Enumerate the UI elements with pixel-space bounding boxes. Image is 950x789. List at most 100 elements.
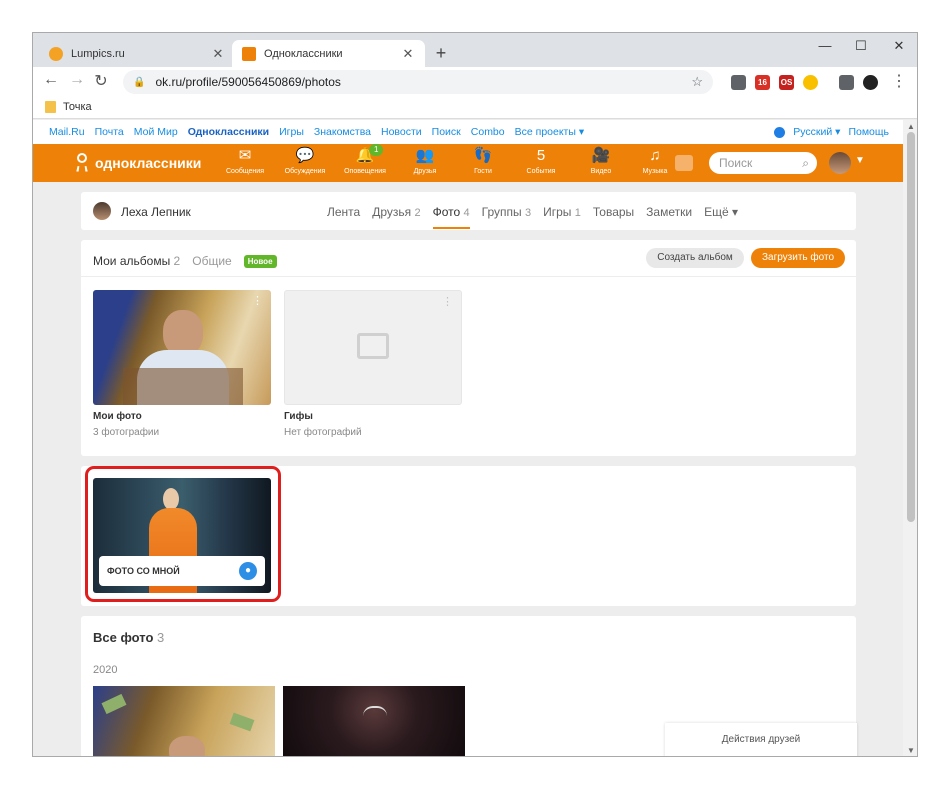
tab-friends[interactable]: Друзья 2 (372, 205, 420, 229)
tab-notes[interactable]: Заметки (646, 205, 692, 229)
profile-avatar[interactable] (93, 202, 111, 220)
album-name[interactable]: Мои фото (93, 411, 142, 422)
moi-mir-link[interactable]: Мой Мир (134, 126, 178, 138)
extension-adblock-icon[interactable]: 16 (755, 75, 770, 90)
nav-video[interactable]: 🎥 Видео (573, 146, 629, 175)
novosti-link[interactable]: Новости (381, 126, 422, 138)
play-icon[interactable] (675, 155, 693, 171)
footprints-icon: 👣 (473, 147, 493, 164)
notification-count-badge: 1 (369, 144, 384, 156)
album-count: Нет фотографий (284, 427, 362, 438)
bookmark-star-icon[interactable]: ☆ (691, 74, 703, 90)
tab-odnoklassniki[interactable]: Одноклассники ✕ (232, 40, 425, 67)
tab-groups[interactable]: Группы 3 (482, 205, 531, 229)
ok-favicon-icon (242, 46, 256, 61)
page-content: Mail.Ru Почта Мой Мир Одноклассники Игры… (33, 120, 903, 756)
tab-lumpics[interactable]: Lumpics.ru ✕ (39, 40, 235, 67)
znakomstva-link[interactable]: Знакомства (314, 126, 371, 138)
tab-title: Lumpics.ru (71, 47, 125, 60)
mailru-link[interactable]: Mail.Ru (49, 126, 85, 138)
money-icon (101, 693, 127, 715)
tab-goods[interactable]: Товары (593, 205, 634, 229)
tab-shared-albums[interactable]: Общие (192, 254, 231, 268)
ok-logo-text: одноклассники (95, 155, 202, 171)
tab-my-albums[interactable]: Мои альбомы 2 (93, 254, 180, 268)
photo-thumbnail[interactable] (93, 686, 275, 756)
bookmarks-bar: Точка (33, 97, 917, 119)
album-menu-icon[interactable]: ⋮ (442, 295, 453, 308)
envelope-icon: ✉ (238, 147, 252, 164)
profile-avatar[interactable] (863, 75, 878, 90)
nav-label: Видео (590, 168, 612, 175)
close-window-button[interactable]: ✕ (889, 38, 909, 54)
extension-puzzle-icon[interactable] (731, 75, 746, 90)
browser-window: Lumpics.ru ✕ Одноклассники ✕ + — ☐ ✕ ← →… (32, 32, 918, 757)
nav-label: Друзья (413, 168, 437, 175)
forward-icon[interactable]: → (67, 71, 87, 89)
photos-with-me-card: ФОТО СО МНОЙ ● (81, 466, 856, 606)
nav-discussions[interactable]: 💬 Обсуждения (277, 146, 333, 175)
menu-kebab-icon[interactable]: ⋮ (889, 71, 909, 91)
create-album-button[interactable]: Создать альбом (646, 248, 744, 268)
album-gifs-thumbnail[interactable]: ⋮ (284, 290, 462, 405)
tab-photos[interactable]: Фото 4 (432, 205, 470, 229)
tab-strip: Lumpics.ru ✕ Одноклассники ✕ + — ☐ ✕ (33, 33, 917, 67)
all-photos-title: Все фото 3 (93, 630, 165, 645)
page-scrollbar[interactable]: ▲ ▼ (903, 120, 917, 756)
nav-messages[interactable]: ✉ Сообщения (217, 146, 273, 175)
reading-list-icon[interactable] (839, 75, 854, 90)
scroll-up-icon[interactable]: ▲ (907, 122, 915, 131)
mailru-portal-bar: Mail.Ru Почта Мой Мир Одноклассники Игры… (33, 120, 903, 144)
bookmark-tochka[interactable]: Точка (63, 101, 92, 113)
browser-toolbar: ← → ↻ 🔒 ok.ru/profile/590056450869/photo… (33, 67, 917, 97)
profile-tabs: Лента Друзья 2 Фото 4 Группы 3 Игры 1 То… (327, 205, 738, 229)
tab-games[interactable]: Игры 1 (543, 205, 581, 229)
maximize-button[interactable]: ☐ (851, 38, 871, 54)
close-tab-icon[interactable]: ✕ (211, 46, 225, 62)
nav-label: Оповещения (344, 168, 386, 175)
nav-guests[interactable]: 👣 Гости (455, 146, 511, 175)
combo-link[interactable]: Combo (471, 126, 505, 138)
photo-thumbnail[interactable] (283, 686, 465, 756)
language-dropdown[interactable]: Русский ▾ (793, 126, 840, 138)
pochta-link[interactable]: Почта (95, 126, 124, 138)
reload-icon[interactable]: ↻ (91, 71, 111, 91)
highlight-outline (85, 466, 281, 602)
tab-more[interactable]: Ещё ▾ (704, 205, 738, 229)
bell-icon: 🔔 (355, 147, 375, 164)
profile-name[interactable]: Леха Лепник (121, 205, 191, 219)
chevron-down-icon[interactable]: ▼ (855, 155, 865, 166)
tab-title: Одноклассники (264, 47, 343, 60)
tab-feed[interactable]: Лента (327, 205, 360, 229)
igry-link[interactable]: Игры (279, 126, 304, 138)
nav-events[interactable]: 5 События (513, 146, 569, 175)
profile-nav-card: Леха Лепник Лента Друзья 2 Фото 4 Группы… (81, 192, 856, 230)
address-bar[interactable]: 🔒 ok.ru/profile/590056450869/photos ☆ (123, 70, 713, 94)
help-link[interactable]: Помощь (848, 126, 889, 138)
search-input[interactable]: Поиск ⌕ (709, 152, 817, 174)
search-icon[interactable]: ⌕ (802, 152, 809, 174)
poisk-link[interactable]: Поиск (432, 126, 461, 138)
scrollbar-thumb[interactable] (907, 132, 915, 522)
album-menu-icon[interactable]: ⋮ (252, 294, 263, 307)
year-label: 2020 (93, 664, 118, 676)
new-tab-button[interactable]: + (431, 43, 451, 64)
back-icon[interactable]: ← (41, 71, 61, 89)
extension-os-icon[interactable]: OS (779, 75, 794, 90)
album-my-photos-thumbnail[interactable]: ⋮ (93, 290, 271, 405)
user-avatar[interactable] (829, 152, 851, 174)
all-projects-dropdown[interactable]: Все проекты ▾ (515, 126, 584, 138)
extension-shield-icon[interactable] (803, 75, 818, 90)
close-tab-icon[interactable]: ✕ (401, 46, 415, 62)
nav-friends[interactable]: 👥 Друзья (397, 146, 453, 175)
album-name[interactable]: Гифы (284, 411, 313, 422)
scroll-down-icon[interactable]: ▼ (907, 746, 915, 755)
ok-header: одноклассники ✉ Сообщения 💬 Обсуждения 🔔… (33, 144, 903, 182)
ok-logo[interactable]: одноклассники (75, 153, 201, 173)
upload-photo-button[interactable]: Загрузить фото (751, 248, 845, 268)
minimize-button[interactable]: — (815, 38, 835, 53)
lock-icon: 🔒 (133, 76, 146, 88)
friends-activity-panel[interactable]: Действия друзей (665, 723, 857, 756)
nav-notifications[interactable]: 🔔 Оповещения 1 (337, 144, 393, 175)
odnoklassniki-link[interactable]: Одноклассники (188, 126, 269, 138)
